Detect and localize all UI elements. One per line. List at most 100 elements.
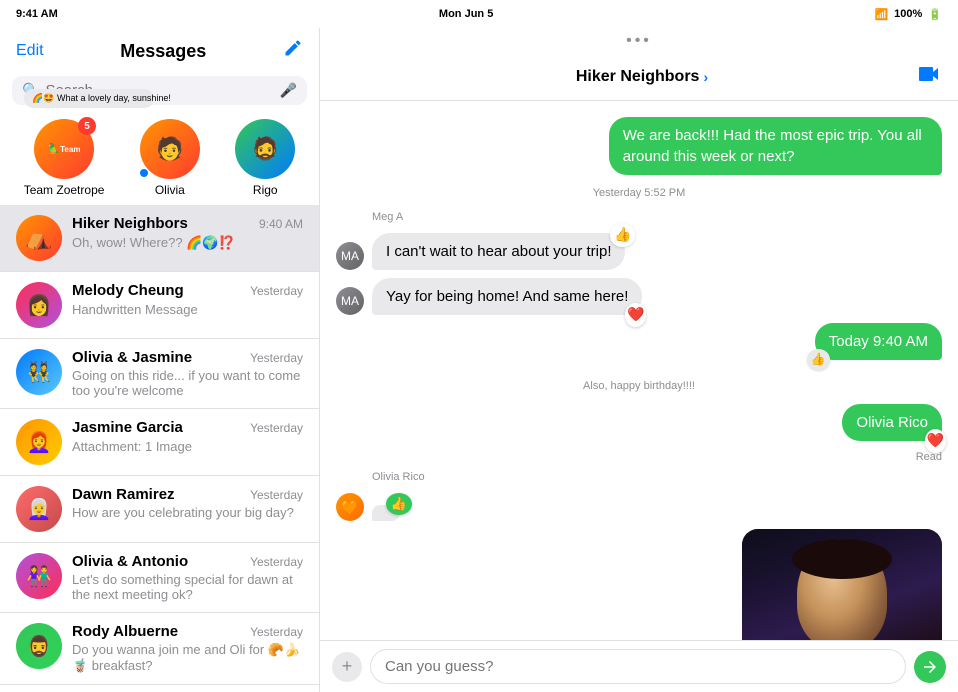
conv-name-oliviaa: Olivia & Antonio bbox=[72, 553, 188, 570]
chevron-right-icon: › bbox=[703, 69, 708, 85]
msg-sender-label-mga: Meg A bbox=[372, 211, 942, 223]
chat-title-text: Hiker Neighbors bbox=[576, 68, 700, 86]
conv-time-oliviaa: Yesterday bbox=[250, 555, 303, 569]
conv-time-rody: Yesterday bbox=[250, 625, 303, 639]
bubble-text-m4: Today 9:40 AM bbox=[829, 333, 928, 350]
compose-button[interactable] bbox=[283, 38, 303, 64]
read-label-m5: Read bbox=[336, 451, 942, 463]
conv-name-hiker: Hiker Neighbors bbox=[72, 215, 188, 232]
conv-time-jasmine: Yesterday bbox=[250, 421, 303, 435]
avatar-rigo: 🧔 bbox=[235, 119, 295, 179]
conv-time-hiker: 9:40 AM bbox=[259, 217, 303, 231]
message-row-image bbox=[336, 529, 942, 640]
bubble-m6: 👍 bbox=[372, 505, 400, 521]
message-row-m4: Today 9:40 AM 👍 bbox=[336, 323, 942, 360]
conv-preview-dawn: How are you celebrating your big day? bbox=[72, 505, 303, 520]
bubble-m3: Yay for being home! And same here! ❤️ bbox=[372, 278, 642, 315]
conversation-item-jasmine[interactable]: 👩‍🦰 Jasmine Garcia Yesterday Attachment:… bbox=[0, 409, 319, 476]
conv-preview-hiker: Oh, wow! Where?? 🌈🌍⁉️ bbox=[72, 235, 235, 250]
pinned-contact-team-zoetrope[interactable]: 🦜Team 5 🌈🤩 What a lovely day, sunshine! … bbox=[24, 119, 105, 197]
hair-shape bbox=[792, 539, 892, 579]
message-row-m2: MA I can't wait to hear about your trip!… bbox=[336, 233, 942, 270]
thumbsup-sent-m4: 👍 bbox=[807, 349, 830, 370]
message-meta-m5: Also, happy birthday!!!! bbox=[336, 380, 942, 392]
conv-name-melody: Melody Cheung bbox=[72, 282, 184, 299]
chat-header: Hiker Neighbors › bbox=[320, 54, 958, 101]
conv-name-dawn: Dawn Ramirez bbox=[72, 486, 175, 503]
bubble-text-m2: I can't wait to hear about your trip! bbox=[386, 243, 611, 260]
status-date: Mon Jun 5 bbox=[439, 8, 493, 20]
messages-area: We are back!!! Had the most epic trip. Y… bbox=[320, 101, 958, 640]
video-call-button[interactable] bbox=[918, 64, 942, 90]
left-panel: Edit Messages 🔍 🎤 🦜Team 5 🌈🤩 What a love… bbox=[0, 28, 320, 692]
conv-avatar-oliviaj: 👯 bbox=[16, 349, 62, 395]
conv-name-jasmine: Jasmine Garcia bbox=[72, 419, 183, 436]
msg-sender-label-olivia-r: Olivia Rico bbox=[372, 471, 942, 483]
conv-preview-oliviaj: Going on this ride... if you want to com… bbox=[72, 368, 303, 398]
pinned-contact-olivia[interactable]: 🧑 Olivia bbox=[140, 119, 200, 197]
avatar-olivia: 🧑 bbox=[140, 119, 200, 179]
add-attachment-button[interactable]: + bbox=[332, 652, 362, 682]
conversation-list: ⛺ Hiker Neighbors 9:40 AM Oh, wow! Where… bbox=[0, 205, 319, 692]
bubble-m1: We are back!!! Had the most epic trip. Y… bbox=[609, 117, 942, 175]
wifi-icon: 📶 bbox=[874, 8, 888, 21]
message-row-m1: We are back!!! Had the most epic trip. Y… bbox=[336, 117, 942, 175]
pin-name-olivia: Olivia bbox=[155, 183, 185, 197]
reaction-m5: ❤️ bbox=[925, 429, 946, 453]
message-meta-m2: Yesterday 5:52 PM bbox=[336, 187, 942, 199]
thumbsup-reaction-m2: 👍 bbox=[610, 223, 635, 247]
badge-team-zoetrope: 5 bbox=[78, 117, 96, 135]
conversation-item-antonio[interactable]: 🧑‍💼 Antonio Manriquez Yesterday bbox=[0, 685, 319, 692]
message-row-m6: 🧡 👍 bbox=[336, 493, 942, 521]
pin-name-rigo: Rigo bbox=[253, 183, 278, 197]
thumbsup-reaction-m6: 👍 bbox=[386, 493, 412, 515]
conv-time-melody: Yesterday bbox=[250, 284, 303, 298]
avatar-olivia-rico: 🧡 bbox=[336, 493, 364, 521]
main-layout: Edit Messages 🔍 🎤 🦜Team 5 🌈🤩 What a love… bbox=[0, 28, 958, 692]
battery-icon: 🔋 bbox=[928, 8, 942, 21]
message-row-m3: MA Yay for being home! And same here! ❤️ bbox=[336, 278, 942, 315]
bubble-text-m3: Yay for being home! And same here! bbox=[386, 288, 628, 305]
conversation-item-olivia-antonio[interactable]: 👫 Olivia & Antonio Yesterday Let's do so… bbox=[0, 543, 319, 613]
conversation-item-olivia-jasmine[interactable]: 👯 Olivia & Jasmine Yesterday Going on th… bbox=[0, 339, 319, 409]
conv-avatar-oliviaa: 👫 bbox=[16, 553, 62, 599]
bubble-m4: Today 9:40 AM 👍 bbox=[815, 323, 942, 360]
conv-preview-jasmine: Attachment: 1 Image bbox=[72, 439, 192, 454]
edit-button[interactable]: Edit bbox=[16, 42, 44, 60]
avatar-meg-a: MA bbox=[336, 242, 364, 270]
conv-name-rody: Rody Albuerne bbox=[72, 623, 178, 640]
avatar-meg-a-2: MA bbox=[336, 287, 364, 315]
conv-time-oliviaj: Yesterday bbox=[250, 351, 303, 365]
conversation-item-melody[interactable]: 👩 Melody Cheung Yesterday Handwritten Me… bbox=[0, 272, 319, 339]
conv-avatar-melody: 👩 bbox=[16, 282, 62, 328]
conv-avatar-dawn: 👩‍🦳 bbox=[16, 486, 62, 532]
status-bar: 9:41 AM Mon Jun 5 📶 100% 🔋 bbox=[0, 0, 958, 28]
bubble-text-m5: Olivia Rico bbox=[856, 414, 928, 431]
messages-header: Edit Messages bbox=[0, 28, 319, 70]
pinned-contacts: 🦜Team 5 🌈🤩 What a lovely day, sunshine! … bbox=[0, 111, 319, 205]
mic-icon[interactable]: 🎤 bbox=[280, 82, 297, 99]
pin-name-team: Team Zoetrope bbox=[24, 183, 105, 197]
conv-preview-rody: Do you wanna join me and Oli for 🥐🍌🧋 bre… bbox=[72, 642, 303, 674]
conv-avatar-jasmine: 👩‍🦰 bbox=[16, 419, 62, 465]
bubble-m2: I can't wait to hear about your trip! 👍 bbox=[372, 233, 625, 270]
pinned-contact-rigo[interactable]: 🧔 Rigo bbox=[235, 119, 295, 197]
bubble-m5: Olivia Rico ❤️ bbox=[842, 404, 942, 441]
conv-name-oliviaj: Olivia & Jasmine bbox=[72, 349, 192, 366]
conv-preview-melody: Handwritten Message bbox=[72, 302, 198, 317]
bubble-preview-team: 🌈🤩 What a lovely day, sunshine! bbox=[24, 89, 154, 108]
conv-avatar-rody: 🧔‍♂️ bbox=[16, 623, 62, 669]
conversation-item-dawn[interactable]: 👩‍🦳 Dawn Ramirez Yesterday How are you c… bbox=[0, 476, 319, 543]
unread-dot-olivia bbox=[140, 169, 148, 177]
conv-preview-oliviaa: Let's do something special for dawn at t… bbox=[72, 572, 303, 602]
messages-title: Messages bbox=[120, 41, 206, 62]
send-icon bbox=[921, 658, 939, 676]
battery-label: 100% bbox=[894, 8, 922, 20]
conv-time-dawn: Yesterday bbox=[250, 488, 303, 502]
conversation-item-hiker-neighbors[interactable]: ⛺ Hiker Neighbors 9:40 AM Oh, wow! Where… bbox=[0, 205, 319, 272]
message-input[interactable] bbox=[370, 649, 906, 684]
conversation-item-rody[interactable]: 🧔‍♂️ Rody Albuerne Yesterday Do you wann… bbox=[0, 613, 319, 685]
send-button[interactable] bbox=[914, 651, 946, 683]
chat-title[interactable]: Hiker Neighbors › bbox=[576, 68, 708, 86]
status-time: 9:41 AM bbox=[16, 8, 58, 20]
